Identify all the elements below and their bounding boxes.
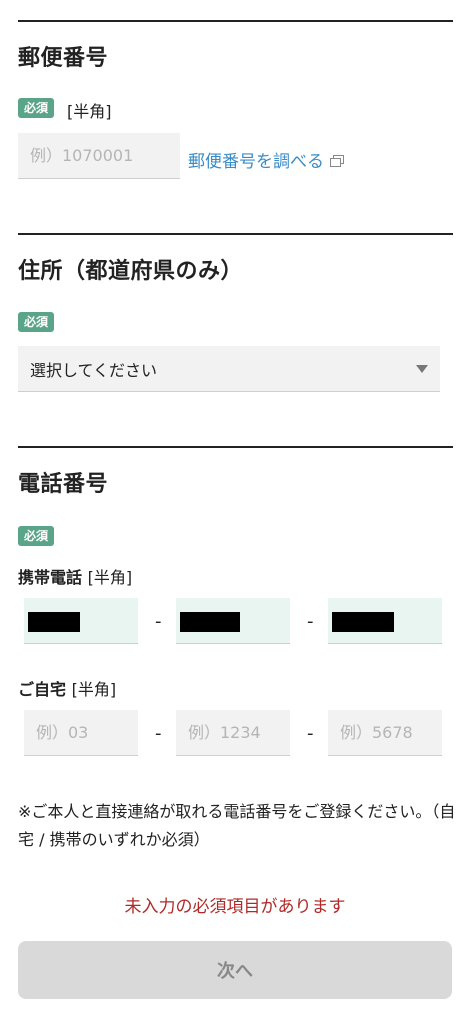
external-link-icon <box>330 154 344 167</box>
required-badge: 必須 <box>18 98 55 118</box>
section-divider <box>18 446 453 448</box>
section-divider <box>18 20 453 22</box>
halfwidth-note: [半角] <box>71 680 117 699</box>
postal-heading: 郵便番号 <box>18 46 109 71</box>
postal-lookup-link[interactable]: 郵便番号を調べる <box>188 147 344 172</box>
redacted-value <box>180 612 240 632</box>
home-label-text: ご自宅 <box>18 680 67 699</box>
separator: - <box>155 723 162 744</box>
prefecture-select[interactable]: 選択してください <box>18 346 440 392</box>
halfwidth-note: [半角] <box>67 102 112 121</box>
phone-heading: 電話番号 <box>18 472 109 497</box>
home-field-3[interactable] <box>328 710 442 756</box>
next-button[interactable]: 次へ <box>18 941 452 999</box>
home-field-2[interactable] <box>176 710 290 756</box>
redacted-value <box>332 612 394 632</box>
postal-code-input[interactable] <box>18 133 180 179</box>
postal-lookup-label: 郵便番号を調べる <box>188 152 324 172</box>
separator: - <box>307 723 314 744</box>
prefecture-select-value: 選択してください <box>30 360 158 380</box>
halfwidth-note: [半角] <box>87 568 133 587</box>
mobile-label-text: 携帯電話 <box>18 568 83 587</box>
redacted-value <box>28 612 80 632</box>
chevron-down-icon <box>416 365 428 373</box>
home-label: ご自宅 [半角] <box>18 676 116 700</box>
home-field-1[interactable] <box>24 710 138 756</box>
address-heading: 住所（都道府県のみ） <box>18 259 244 284</box>
mobile-label: 携帯電話 [半角] <box>18 564 132 588</box>
section-divider <box>18 233 453 235</box>
phone-help-text: ※ご本人と直接連絡が取れる電話番号をご登録ください。（自宅 / 携帯のいずれか必… <box>18 802 456 849</box>
required-badge: 必須 <box>18 312 55 332</box>
separator: - <box>307 611 314 632</box>
separator: - <box>155 611 162 632</box>
error-message: 未入力の必須項目があります <box>124 897 346 917</box>
required-badge: 必須 <box>18 526 55 546</box>
